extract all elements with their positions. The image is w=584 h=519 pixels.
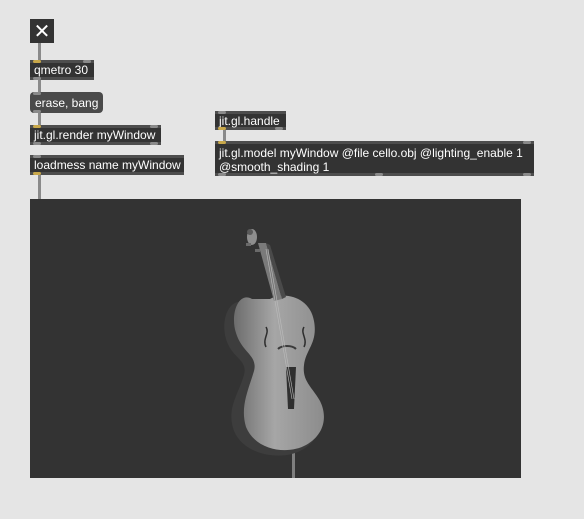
patch-cord-loadmess-window[interactable]: [38, 174, 41, 200]
outlet[interactable]: [150, 142, 158, 145]
object-text: jit.gl.model myWindow @file cello.obj @l…: [219, 146, 523, 174]
object-text: jit.gl.render myWindow: [34, 128, 156, 142]
inlet[interactable]: [218, 111, 226, 114]
patch-cord-qmetro-message[interactable]: [38, 79, 41, 92]
outlet[interactable]: [523, 173, 531, 176]
inlet[interactable]: [150, 125, 158, 128]
inlet[interactable]: [33, 155, 41, 158]
outlet[interactable]: [275, 127, 283, 130]
qmetro-object[interactable]: qmetro 30: [30, 60, 94, 80]
message-text: erase, bang: [35, 95, 99, 110]
outlet[interactable]: [375, 173, 383, 176]
object-text: loadmess name myWindow: [34, 158, 181, 172]
outlet[interactable]: [33, 77, 41, 80]
inlet[interactable]: [33, 125, 41, 128]
inlet[interactable]: [33, 92, 41, 95]
inlet[interactable]: [523, 141, 531, 144]
jit-gl-handle-object[interactable]: jit.gl.handle: [215, 111, 286, 130]
outlet[interactable]: [218, 127, 226, 130]
cello-model-icon: [224, 229, 324, 478]
object-text: qmetro 30: [34, 63, 89, 77]
inlet[interactable]: [83, 60, 91, 63]
loadmess-object[interactable]: loadmess name myWindow: [30, 155, 184, 175]
inlet[interactable]: [218, 141, 226, 144]
patch-cord-toggle-qmetro[interactable]: [38, 43, 41, 61]
patch-cord-message-render[interactable]: [38, 112, 41, 126]
outlet[interactable]: [33, 110, 41, 113]
toggle-button[interactable]: ✕: [30, 19, 54, 43]
patch-cord-handle-model[interactable]: [223, 128, 226, 142]
outlet[interactable]: [218, 173, 226, 176]
jit-gl-model-object[interactable]: jit.gl.model myWindow @file cello.obj @l…: [215, 141, 534, 176]
outlet[interactable]: [33, 142, 41, 145]
jit-pwindow-render-view[interactable]: [30, 199, 521, 478]
object-text: jit.gl.handle: [219, 113, 280, 128]
jit-gl-render-object[interactable]: jit.gl.render myWindow: [30, 125, 161, 145]
inlet[interactable]: [33, 60, 41, 63]
max-patcher-canvas[interactable]: ✕ qmetro 30 erase, bang jit.gl.render my…: [0, 0, 584, 519]
outlet[interactable]: [33, 172, 41, 175]
erase-bang-message[interactable]: erase, bang: [30, 92, 103, 113]
x-icon: ✕: [33, 20, 51, 43]
